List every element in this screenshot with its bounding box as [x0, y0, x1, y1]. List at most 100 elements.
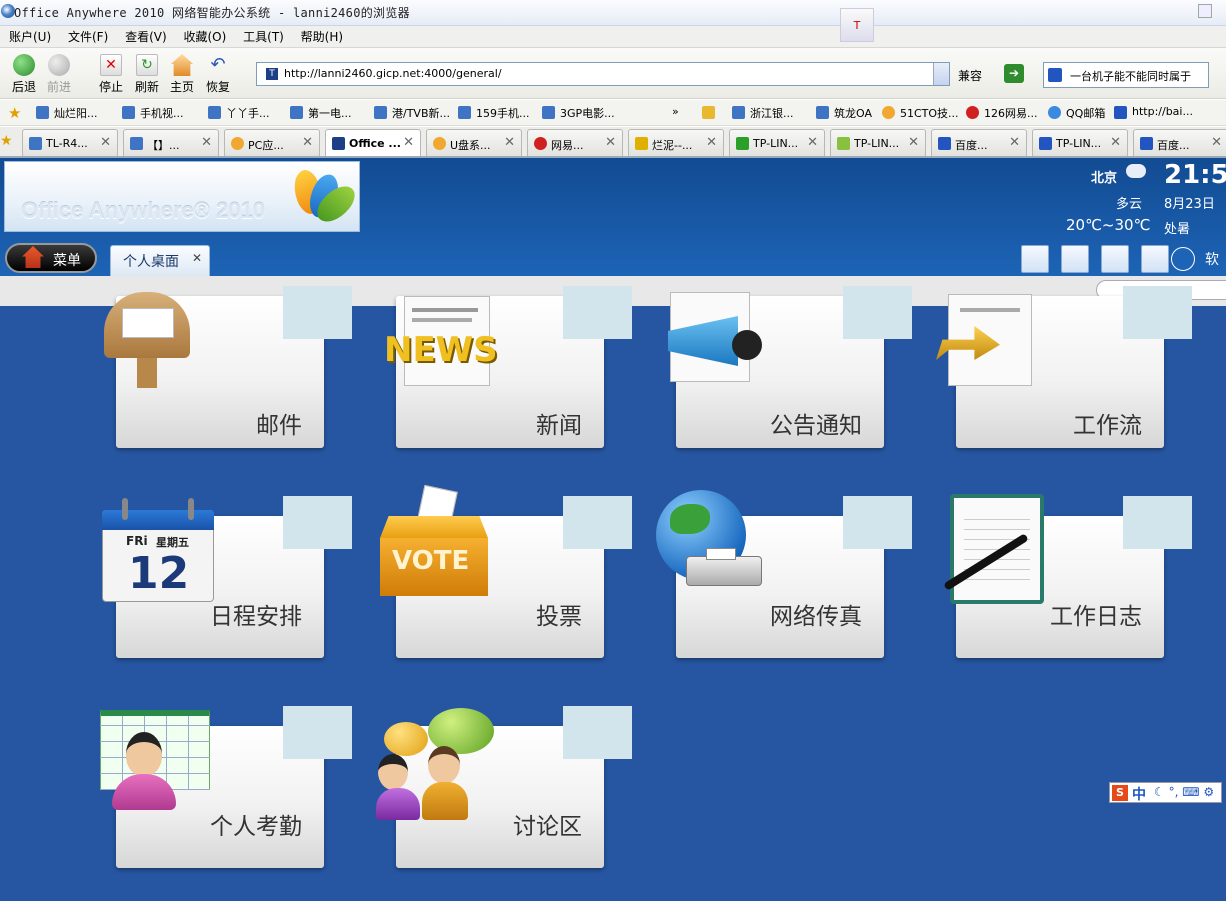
- window-control-button[interactable]: [1198, 4, 1212, 18]
- tile-label: 公告通知: [770, 413, 862, 439]
- tab-personal-desktop[interactable]: 个人桌面 ✕: [110, 245, 210, 276]
- ime-mode[interactable]: 中: [1132, 784, 1146, 804]
- tab-close-icon[interactable]: ✕: [807, 135, 818, 150]
- forward-label: 前进: [46, 80, 71, 94]
- tab-close-icon[interactable]: ✕: [1009, 135, 1020, 150]
- browser-tab[interactable]: 【】... ✕: [123, 129, 219, 156]
- favorite-item[interactable]: 丫丫手...: [208, 105, 270, 121]
- ime-tools-icon[interactable]: ☾ °, ⌨ ⚙: [1154, 785, 1214, 799]
- menu-favorites[interactable]: 收藏(O): [180, 26, 231, 48]
- menu-help[interactable]: 帮助(H): [297, 26, 347, 48]
- tile-news[interactable]: NEWS 新闻: [380, 286, 632, 501]
- tab-close-icon[interactable]: ✕: [605, 135, 616, 150]
- browser-tab[interactable]: TP-LIN... ✕: [830, 129, 926, 156]
- tile-vote[interactable]: VOTE 投票: [380, 484, 632, 691]
- ime-status-bar[interactable]: S 中 ☾ °, ⌨ ⚙: [1109, 782, 1222, 803]
- favorite-item[interactable]: 51CTO技...: [882, 105, 959, 121]
- tile-mail[interactable]: 邮件: [100, 286, 352, 501]
- tab-close-icon[interactable]: ✕: [706, 135, 717, 150]
- browser-tab[interactable]: TP-LIN... ✕: [729, 129, 825, 156]
- menu-tools[interactable]: 工具(T): [239, 26, 288, 48]
- favorite-item[interactable]: 港/TVB新...: [374, 105, 450, 121]
- news-icon: NEWS: [384, 296, 500, 392]
- back-button[interactable]: 后退: [8, 54, 40, 95]
- refresh-label: 刷新: [134, 80, 159, 94]
- address-dropdown-button[interactable]: [933, 63, 949, 85]
- tab-close-icon[interactable]: ✕: [403, 135, 414, 150]
- menu-button[interactable]: 菜单: [5, 243, 97, 273]
- favorite-item[interactable]: 灿烂阳...: [36, 105, 98, 121]
- tab-close-icon[interactable]: ✕: [908, 135, 919, 150]
- refresh-button[interactable]: ↻ 刷新: [131, 54, 163, 95]
- tab-close-icon[interactable]: ✕: [504, 135, 515, 150]
- tile-attendance[interactable]: 个人考勤: [100, 706, 352, 901]
- favorite-page-icon: [882, 106, 895, 119]
- menu-file[interactable]: 文件(F): [64, 26, 112, 48]
- tab-page-icon: [231, 137, 244, 150]
- favorite-qq-icon: [1048, 106, 1061, 119]
- tile-announcements[interactable]: 公告通知: [660, 286, 912, 501]
- browser-tab-active[interactable]: Office ... ✕: [325, 129, 421, 156]
- oa-app: Office Anywhere® 2010 北京 多云 20℃~30℃ 21:5…: [0, 158, 1226, 901]
- browser-tab[interactable]: 网易... ✕: [527, 129, 623, 156]
- favorites-overflow-chevron[interactable]: »: [672, 105, 679, 118]
- go-button[interactable]: ➔: [1004, 64, 1024, 83]
- forward-button[interactable]: 前进: [43, 54, 75, 95]
- tile-corner-badge: [563, 706, 632, 759]
- favorite-item[interactable]: 126网易...: [966, 105, 1038, 121]
- collapse-up-icon[interactable]: [1171, 247, 1195, 271]
- tab-page-icon: [534, 137, 547, 150]
- menu-view[interactable]: 查看(V): [121, 26, 171, 48]
- favorite-item[interactable]: 浙江银...: [732, 105, 794, 121]
- tab-close-icon[interactable]: ✕: [201, 135, 212, 150]
- browser-tab[interactable]: TP-LIN... ✕: [1032, 129, 1128, 156]
- search-box[interactable]: 一台机子能不能同时属于: [1043, 62, 1209, 88]
- favorite-item[interactable]: QQ邮箱: [1048, 105, 1105, 121]
- tab-close-icon[interactable]: ✕: [1211, 135, 1222, 150]
- browser-tab[interactable]: 百度... ✕: [1133, 129, 1226, 156]
- tab-close-icon[interactable]: ✕: [100, 135, 111, 150]
- tray-trident-icon[interactable]: T: [840, 8, 874, 42]
- tile-schedule[interactable]: FRi 星期五 12 日程安排: [100, 496, 352, 691]
- window-title-bar: Office Anywhere 2010 网络智能办公系统 - lanni246…: [0, 0, 1226, 42]
- software-label[interactable]: 软: [1205, 249, 1219, 269]
- browser-tab[interactable]: 百度... ✕: [931, 129, 1027, 156]
- tile-label: 工作流: [1073, 413, 1142, 439]
- favorite-page-icon: [290, 106, 303, 119]
- stop-button[interactable]: ✕ 停止: [95, 54, 127, 95]
- favorite-item[interactable]: http://bai...: [1114, 105, 1193, 119]
- tile-work-log[interactable]: 工作日志: [940, 494, 1192, 691]
- portal-icon[interactable]: [1021, 245, 1049, 273]
- tab-close-icon[interactable]: ✕: [302, 135, 313, 150]
- browser-tab[interactable]: TL-R4... ✕: [22, 129, 118, 156]
- compat-button[interactable]: 兼容: [958, 67, 982, 84]
- favorites-star-icon[interactable]: ★: [8, 105, 24, 121]
- favorite-item[interactable]: 筑龙OA: [816, 105, 872, 121]
- journal-icon: [942, 494, 1046, 606]
- address-bar[interactable]: T http://lanni2460.gicp.net:4000/general…: [256, 62, 950, 86]
- sogou-logo-icon: S: [1112, 785, 1128, 801]
- user-icon[interactable]: [1061, 245, 1089, 273]
- favorite-item[interactable]: 手机视...: [122, 105, 184, 121]
- tile-workflow[interactable]: 工作流: [936, 286, 1192, 501]
- restore-button[interactable]: ↶ 恢复: [202, 54, 234, 95]
- settings-icon[interactable]: [1101, 245, 1129, 273]
- browser-tab[interactable]: PC应... ✕: [224, 129, 320, 156]
- browser-tab[interactable]: 烂泥--... ✕: [628, 129, 724, 156]
- tab-favorites-star-icon[interactable]: ★: [0, 133, 13, 149]
- stop-label: 停止: [98, 80, 123, 94]
- favorite-item[interactable]: 3GP电影...: [542, 105, 615, 121]
- tab-page-icon: [1140, 137, 1153, 150]
- menu-account[interactable]: 账户(U): [5, 26, 55, 48]
- favorite-item[interactable]: 159手机...: [458, 105, 530, 121]
- favorite-item[interactable]: 第一电...: [290, 105, 352, 121]
- discussion-icon: [376, 708, 496, 828]
- tab-close-icon[interactable]: ✕: [1110, 135, 1121, 150]
- tile-discussion[interactable]: 讨论区: [376, 706, 632, 901]
- home-button[interactable]: 主页: [166, 54, 198, 95]
- key-icon[interactable]: [1141, 245, 1169, 273]
- tab-close-icon[interactable]: ✕: [192, 251, 202, 265]
- tile-fax[interactable]: 网络传真: [656, 490, 912, 691]
- browser-tab[interactable]: U盘系... ✕: [426, 129, 522, 156]
- weather-city: 北京: [1091, 171, 1118, 186]
